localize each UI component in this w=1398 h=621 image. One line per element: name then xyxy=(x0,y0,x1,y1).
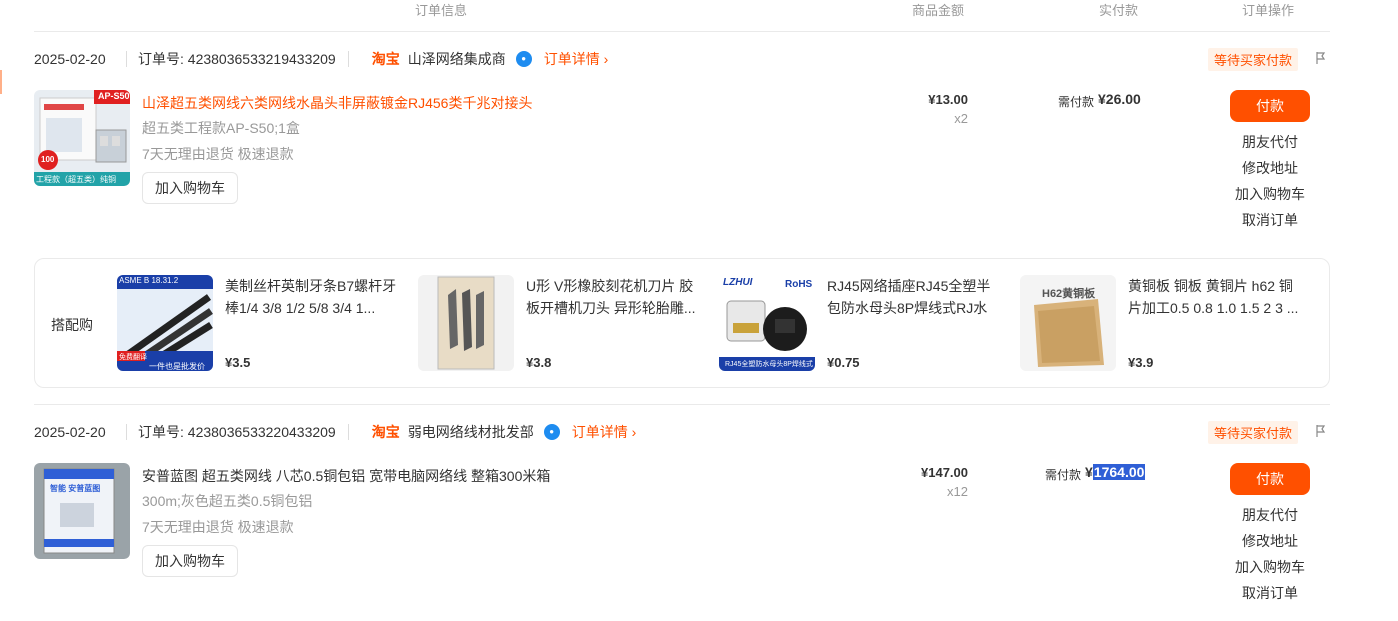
divider xyxy=(126,51,127,67)
pay-currency: ¥ xyxy=(1085,464,1093,480)
image-caption-bottom: RJ45全塑防水母头8P焊线式 xyxy=(725,361,813,368)
bundle-item-price: ¥3.5 xyxy=(225,355,251,370)
product-price: ¥13.00 xyxy=(928,92,968,107)
bundle-section: 搭配购 ASME B 18.31.2 免费翻译 一件也是批发价 美制丝杆英制牙条… xyxy=(34,258,1330,388)
order-detail-link[interactable]: 订单详情 › xyxy=(572,422,637,442)
order-number: 4238036533220433209 xyxy=(187,424,336,440)
image-title: H62黄铜板 xyxy=(1042,288,1096,300)
thumb-badge-bottom: 工程款（超五类）纯铜 xyxy=(36,175,116,184)
bundle-item-name[interactable]: 黄铜板 铜板 黄铜片 h62 铜片加工0.5 0.8 1.0 1.5 2 3 .… xyxy=(1128,275,1304,319)
platform-badge: 淘宝 xyxy=(371,51,400,67)
product-image xyxy=(34,463,130,559)
bundle-item-image[interactable] xyxy=(418,275,514,371)
cancel-order-link[interactable]: 取消订单 xyxy=(1230,583,1310,603)
order-date: 2025-02-20 xyxy=(34,424,106,440)
pay-value: 26.00 xyxy=(1105,91,1141,107)
product-sku: 超五类工程款AP-S50;1盒 xyxy=(142,120,300,136)
order-number-label: 订单号: xyxy=(138,51,184,67)
bundle-item-price: ¥3.8 xyxy=(526,355,552,370)
wangwang-chat-icon[interactable]: ● xyxy=(515,51,532,67)
divider xyxy=(347,51,349,67)
product-service: 7天无理由退货 极速退款 xyxy=(142,519,294,535)
order-status-badge: 等待买家付款 xyxy=(1208,48,1299,71)
product-image xyxy=(34,90,130,186)
image-tag: 免费翻译 xyxy=(119,354,147,361)
left-edge-tab xyxy=(0,70,2,94)
image-caption-bottom: 一件也是批发价 xyxy=(149,362,205,371)
order-date: 2025-02-20 xyxy=(34,51,106,67)
product-quantity: x12 xyxy=(947,484,968,499)
product-title-link[interactable]: 山泽超五类网线六类网线水晶头非屏蔽镀金RJ456类千兆对接头 xyxy=(142,93,532,113)
bundle-item-image[interactable]: ASME B 18.31.2 免费翻译 一件也是批发价 xyxy=(117,275,213,371)
pay-button[interactable]: 付款 xyxy=(1230,463,1310,495)
thumb-text: 智能 安普蓝图 xyxy=(50,484,101,493)
product-thumbnail[interactable]: 智能 安普蓝图 xyxy=(34,463,130,559)
friend-pay-link[interactable]: 朋友代付 xyxy=(1230,505,1310,525)
rohs-badge: RoHS xyxy=(785,279,813,290)
bundle-label: 搭配购 xyxy=(51,317,93,333)
order-divider xyxy=(34,404,1330,405)
modify-address-link[interactable]: 修改地址 xyxy=(1230,158,1310,178)
bundle-item-price: ¥0.75 xyxy=(827,355,860,370)
wangwang-chat-icon[interactable]: ● xyxy=(543,424,560,440)
pay-amount: ¥1764.00 xyxy=(1085,464,1146,480)
modify-address-link[interactable]: 修改地址 xyxy=(1230,531,1310,551)
shop-name[interactable]: 弱电网络线材批发部 xyxy=(408,422,534,442)
pay-amount: ¥26.00 xyxy=(1098,91,1141,107)
thumb-badge-top: AP-S50 xyxy=(98,91,130,101)
order-status-badge: 等待买家付款 xyxy=(1208,421,1299,444)
add-to-cart-button[interactable]: 加入购物车 xyxy=(142,172,238,204)
add-to-cart-link[interactable]: 加入购物车 xyxy=(1230,557,1310,577)
bundle-item-name[interactable]: U形 V形橡胶刻花机刀片 胶板开槽机刀头 异形轮胎雕... xyxy=(526,275,702,319)
platform-badge: 淘宝 xyxy=(371,424,400,440)
pay-value-selected: 1764.00 xyxy=(1092,464,1146,480)
thumb-count: 100 xyxy=(41,155,55,164)
friend-pay-link[interactable]: 朋友代付 xyxy=(1230,132,1310,152)
order-number: 4238036533219433209 xyxy=(187,51,336,67)
header-ops: 订单操作 xyxy=(1242,3,1295,18)
pay-button[interactable]: 付款 xyxy=(1230,90,1310,122)
order-number-label: 订单号: xyxy=(138,424,184,440)
bundle-item-price: ¥3.9 xyxy=(1128,355,1154,370)
product-quantity: x2 xyxy=(954,111,968,126)
divider xyxy=(347,424,349,440)
product-price: ¥147.00 xyxy=(921,465,968,480)
divider xyxy=(126,424,127,440)
order-detail-link[interactable]: 订单详情 › xyxy=(544,49,609,69)
product-service: 7天无理由退货 极速退款 xyxy=(142,146,294,162)
image-brand: LZHUI xyxy=(723,277,753,288)
product-thumbnail[interactable]: AP-S50 100 工程款（超五类）纯铜 xyxy=(34,90,130,186)
bundle-item-image[interactable]: LZHUI RoHS RJ45全塑防水母头8P焊线式 xyxy=(719,275,815,371)
header-paid: 实付款 xyxy=(1099,3,1139,18)
pay-label: 需付款 xyxy=(1045,468,1082,482)
cancel-order-link[interactable]: 取消订单 xyxy=(1230,210,1310,230)
product-sku: 300m;灰色超五类0.5铜包铝 xyxy=(142,493,313,509)
order-header: 2025-02-20 订单号: 4238036533220433209 淘宝 弱… xyxy=(34,422,1330,442)
shop-name[interactable]: 山泽网络集成商 xyxy=(408,49,506,69)
pay-label: 需付款 xyxy=(1058,95,1095,109)
order-header: 2025-02-20 订单号: 4238036533219433209 淘宝 山… xyxy=(34,49,1330,69)
add-to-cart-link[interactable]: 加入购物车 xyxy=(1230,184,1310,204)
header-amount: 商品金额 xyxy=(912,3,965,18)
image-caption-top: ASME B 18.31.2 xyxy=(119,276,179,285)
product-title[interactable]: 安普蓝图 超五类网线 八芯0.5铜包铝 宽带电脑网络线 整箱300米箱 xyxy=(142,466,550,486)
blade-box-image xyxy=(418,275,514,371)
add-to-cart-button[interactable]: 加入购物车 xyxy=(142,545,238,577)
pay-currency: ¥ xyxy=(1098,91,1106,107)
bundle-item-image[interactable]: H62黄铜板 xyxy=(1020,275,1116,371)
header-divider xyxy=(34,31,1330,32)
flag-icon[interactable] xyxy=(1316,425,1326,437)
bundle-item-name[interactable]: RJ45网络插座RJ45全塑半包防水母头8P焊线式RJ水晶... xyxy=(827,275,1003,319)
flag-icon[interactable] xyxy=(1316,52,1326,64)
header-order-info: 订单信息 xyxy=(415,3,468,18)
bundle-item-name[interactable]: 美制丝杆英制牙条B7螺杆牙棒1/4 3/8 1/2 5/8 3/4 1... xyxy=(225,275,401,319)
